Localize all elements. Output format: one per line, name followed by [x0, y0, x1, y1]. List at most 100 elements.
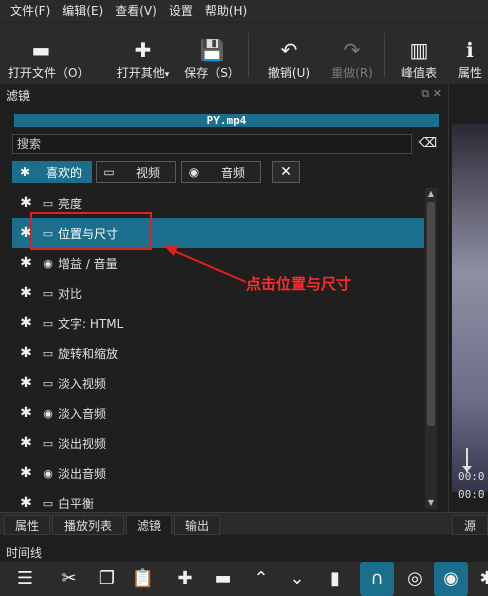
star-icon: ✱ [19, 165, 31, 179]
filter-name: 白平衡 [58, 496, 95, 510]
monitor-icon: ▭ [103, 165, 115, 179]
filter-search-input[interactable] [12, 134, 412, 154]
clear-search-icon[interactable]: ⌫ [417, 136, 439, 152]
tab-video[interactable]: ▭ 视频 [96, 161, 176, 183]
ripple-icon[interactable]: ◉ [434, 562, 468, 596]
snap-icon[interactable]: ∩ [360, 562, 394, 596]
monitor-icon: ▭ [42, 436, 54, 450]
float-panel-icon[interactable]: ⧉ [421, 87, 429, 100]
remove-filter-button[interactable]: ✕ [272, 161, 300, 183]
favorite-star-icon[interactable]: ✱ [12, 465, 40, 481]
monitor-icon: ▭ [42, 376, 54, 390]
filter-name: 增益 / 音量 [58, 256, 118, 271]
open-other-icon: ✚ [134, 38, 152, 62]
menu-item-1[interactable]: 编辑(E) [56, 0, 109, 22]
toolbar-button-6[interactable]: ℹ 属性 [452, 23, 488, 85]
filter-name: 亮度 [58, 196, 83, 211]
tab-favorites[interactable]: ✱ 喜欢的 [12, 161, 92, 183]
toolbar-label: 峰值表 [400, 66, 437, 80]
highlight-box [30, 212, 152, 250]
lift-icon[interactable]: ⌃ [244, 562, 278, 596]
favorite-star-icon[interactable]: ✱ [12, 255, 40, 271]
menu-bar: 文件(F) 编辑(E) 查看(V) 设置 帮助(H) [0, 0, 488, 22]
filter-name: 淡出音频 [58, 466, 107, 481]
menu-item-3[interactable]: 设置 [163, 0, 199, 22]
save-icon: 💾 [199, 38, 225, 62]
favorite-star-icon[interactable]: ✱ [12, 285, 40, 301]
favorite-star-icon[interactable]: ✱ [12, 315, 40, 331]
toolbar-label: 打开其他 [116, 66, 165, 80]
scrub-icon[interactable]: ◎ [398, 562, 432, 596]
cut-icon[interactable]: ✂ [52, 562, 86, 596]
remove-icon[interactable]: ▬ [206, 562, 240, 596]
favorite-star-icon[interactable]: ✱ [12, 345, 40, 361]
tab-filters[interactable]: 滤镜 [126, 515, 172, 535]
toolbar-label: 撤销(U) [267, 66, 311, 80]
favorite-star-icon[interactable]: ✱ [12, 375, 40, 391]
filter-list-scrollbar[interactable]: ▲ ▼ [425, 188, 437, 509]
monitor-icon: ▭ [42, 286, 54, 300]
filter-name: 文字: HTML [58, 316, 124, 331]
toolbar-label: 重做(R) [331, 66, 373, 80]
split-icon[interactable]: ▮ [318, 562, 352, 596]
audio-icon: ◉ [43, 406, 53, 420]
toolbar-separator [384, 33, 385, 77]
undo-icon: ↶ [280, 38, 298, 62]
current-time: 00:0 [458, 470, 485, 483]
playhead-icon[interactable] [462, 448, 472, 472]
scroll-up-icon[interactable]: ▲ [425, 188, 437, 200]
filter-item[interactable]: ✱ ◉ 淡入音频 [12, 398, 424, 428]
filter-item[interactable]: ✱ ▭ 淡入视频 [12, 368, 424, 398]
favorite-star-icon[interactable]: ✱ [12, 405, 40, 421]
current-clip-name: PY.mp4 [14, 114, 439, 127]
filter-name: 淡入视频 [58, 376, 107, 391]
filter-name: 对比 [58, 286, 83, 301]
menu-item-4[interactable]: 帮助(H) [199, 0, 253, 22]
toolbar-separator [248, 33, 249, 77]
filter-name: 淡出视频 [58, 436, 107, 451]
toolbar-button-3[interactable]: ↶ 撤销(U) [258, 23, 320, 85]
toolbar-button-2[interactable]: 💾 保存（S） [184, 23, 240, 85]
toolbar-button-0[interactable]: ▬ 打开文件（O） [8, 23, 89, 85]
tab-playlist[interactable]: 播放列表 [52, 515, 124, 535]
tab-properties[interactable]: 属性 [4, 515, 50, 535]
properties-icon: ℹ [466, 38, 474, 62]
monitor-icon: ▭ [42, 346, 54, 360]
filter-item[interactable]: ✱ ▭ 旋转和缩放 [12, 338, 424, 368]
copy-icon[interactable]: ❐ [90, 562, 124, 596]
close-panel-icon[interactable]: ✕ [433, 87, 442, 100]
scrollbar-thumb[interactable] [427, 202, 435, 426]
panel-title: 滤镜 [6, 89, 31, 103]
toolbar-button-4[interactable]: ↷ 重做(R) [324, 23, 380, 85]
favorite-star-icon[interactable]: ✱ [12, 195, 40, 211]
toolbar-label: 保存（S） [184, 66, 240, 80]
tab-source[interactable]: 源 [452, 515, 488, 535]
filter-item[interactable]: ✱ ◉ 淡出音频 [12, 458, 424, 488]
overwrite-icon[interactable]: ⌄ [280, 562, 314, 596]
tab-output[interactable]: 输出 [174, 515, 220, 535]
bottom-tab-bar: 属性 播放列表 滤镜 输出 源 [0, 512, 488, 535]
filter-item[interactable]: ✱ ▭ 文字: HTML [12, 308, 424, 338]
monitor-icon: ▭ [42, 496, 54, 510]
tab-audio[interactable]: ◉ 音频 [181, 161, 261, 183]
ripple-all-icon[interactable]: ✱ [470, 562, 488, 596]
total-time: 00:0 [458, 488, 485, 501]
menu-item-0[interactable]: 文件(F) [4, 0, 56, 22]
favorite-star-icon[interactable]: ✱ [12, 495, 40, 509]
toolbar-button-1[interactable]: ✚ 打开其他▾ [108, 23, 178, 85]
filter-item[interactable]: ✱ ▭ 白平衡 [12, 488, 424, 509]
paste-icon[interactable]: 📋 [126, 562, 160, 596]
timeline-menu-icon[interactable]: ☰ [8, 562, 42, 596]
panel-window-controls[interactable]: ⧉ ✕ [421, 87, 442, 101]
menu-item-2[interactable]: 查看(V) [109, 0, 163, 22]
toolbar-button-5[interactable]: ▥ 峰值表 [394, 23, 444, 85]
audio-icon: ◉ [188, 165, 200, 179]
monitor-icon: ▭ [42, 316, 54, 330]
audio-icon: ◉ [43, 256, 53, 270]
favorite-star-icon[interactable]: ✱ [12, 435, 40, 451]
filter-item[interactable]: ✱ ▭ 淡出视频 [12, 428, 424, 458]
annotation-arrow [164, 246, 247, 283]
dropdown-arrow-icon: ▾ [164, 70, 170, 80]
scroll-down-icon[interactable]: ▼ [425, 497, 437, 509]
append-icon[interactable]: ✚ [168, 562, 202, 596]
